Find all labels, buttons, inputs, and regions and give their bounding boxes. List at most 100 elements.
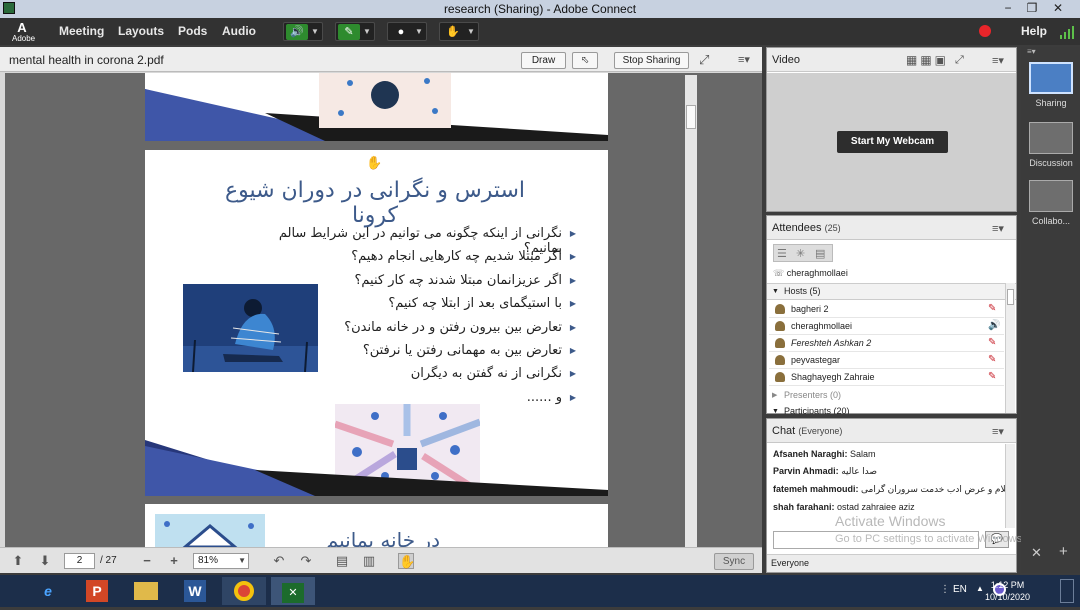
fullscreen-icon[interactable]: ⤢ bbox=[699, 53, 713, 66]
rail-menu-icon[interactable]: ≡▾ bbox=[1027, 47, 1036, 56]
layout-collaboration[interactable]: Collabo... bbox=[1025, 180, 1077, 226]
layout-discussion[interactable]: Discussion bbox=[1025, 122, 1077, 168]
menu-help[interactable]: Help bbox=[1021, 24, 1047, 38]
chevron-down-icon[interactable]: ▼ bbox=[414, 24, 424, 40]
show-hidden-icons[interactable]: ▲ bbox=[976, 584, 984, 593]
fit-page-button[interactable]: ▤ bbox=[334, 553, 350, 569]
adobe-logo: A Adobe bbox=[12, 20, 36, 43]
microphone-control[interactable]: ✎ ▼ bbox=[335, 22, 375, 41]
restore-button[interactable]: ❐ bbox=[1018, 0, 1046, 18]
chat-scrollbar[interactable] bbox=[1005, 444, 1015, 528]
fullscreen-icon[interactable]: ⤢ bbox=[955, 54, 969, 66]
pod-menu-icon[interactable]: ≡▾ bbox=[992, 223, 1006, 235]
attendee-row[interactable]: bagheri 2 ✎ bbox=[769, 301, 1004, 318]
chat-message: fatemeh mahmoudi: سلام و عرض ادب خدمت سر… bbox=[773, 484, 1014, 494]
chat-pod-header: Chat (Everyone) ≡▾ bbox=[767, 419, 1016, 443]
attendee-row[interactable]: Fereshteh Ashkan 2 ✎ bbox=[769, 335, 1004, 352]
window-title-bar: research (Sharing) - Adobe Connect − ❐ ✕ bbox=[0, 0, 1080, 18]
expand-icon: ▶ bbox=[772, 392, 778, 399]
windows-taskbar: e P W ✕ ⋮ EN ▲ 1:12 PM 10/10/2020 bbox=[0, 575, 1080, 607]
video-area: Start My Webcam bbox=[767, 73, 1016, 211]
layouts-rail: ≡▾ Sharing Discussion Collabo... ✕ + bbox=[1021, 47, 1080, 573]
webcam-icon: ● bbox=[397, 26, 405, 38]
adobe-connect-taskbar-icon[interactable]: ✕ bbox=[282, 583, 304, 603]
hosts-group-header[interactable]: ▼ Hosts (5) bbox=[767, 283, 1016, 300]
pointer-tool-button[interactable]: ⬁ bbox=[572, 52, 598, 69]
pod-menu-icon[interactable]: ≡▾ bbox=[992, 55, 1006, 67]
file-explorer-icon[interactable] bbox=[134, 582, 158, 600]
internet-explorer-icon[interactable]: e bbox=[26, 577, 70, 605]
attendees-scrollbar[interactable] bbox=[1005, 283, 1015, 413]
rotate-right-button[interactable]: ↷ bbox=[298, 553, 314, 569]
speaker-control[interactable]: 🔊 ▼ bbox=[283, 22, 323, 41]
document-viewer[interactable]: ✋ استرس و نگرانی در دوران شیوع کرونا نگر… bbox=[5, 73, 762, 547]
chevron-down-icon[interactable]: ▼ bbox=[362, 24, 372, 40]
share-pod-footer: ⬆ ⬇ 2 / 27 − + 81% ▼ ↶ ↷ ▤ ▥ ✋ Sync bbox=[0, 547, 762, 573]
system-clock[interactable]: 1:12 PM 10/10/2020 bbox=[985, 579, 1030, 603]
chevron-down-icon[interactable]: ▼ bbox=[466, 24, 476, 40]
presenters-group-header[interactable]: ▶ Presenters (0) bbox=[767, 388, 1007, 403]
video-pod: Video ▦▦▣ ⤢ ≡▾ Start My Webcam bbox=[766, 47, 1017, 212]
raise-hand-control[interactable]: ✋ ▼ bbox=[439, 22, 479, 41]
close-layout-icon[interactable]: ✕ bbox=[1031, 545, 1042, 561]
chat-title: Chat (Everyone) bbox=[772, 425, 843, 437]
menu-layouts[interactable]: Layouts bbox=[118, 24, 164, 38]
chrome-icon[interactable] bbox=[234, 581, 254, 601]
layout-sharing[interactable]: Sharing bbox=[1025, 62, 1077, 108]
menu-meeting[interactable]: Meeting bbox=[59, 24, 104, 38]
menu-audio[interactable]: Audio bbox=[222, 24, 256, 38]
slide-decoration bbox=[145, 73, 608, 141]
zoom-in-button[interactable]: + bbox=[166, 553, 182, 569]
powerpoint-icon[interactable]: P bbox=[86, 580, 108, 602]
connection-signal-icon bbox=[1060, 25, 1076, 39]
list-view-icon[interactable]: ☰ bbox=[777, 247, 787, 260]
pod-menu-icon[interactable]: ≡▾ bbox=[992, 426, 1006, 438]
attendee-row[interactable]: peyvastegar ✎ bbox=[769, 352, 1004, 369]
activate-windows-subtitle: Go to PC settings to activate Windows. bbox=[835, 533, 1026, 545]
fit-width-button[interactable]: ▥ bbox=[361, 553, 377, 569]
page-number-input[interactable]: 2 bbox=[64, 553, 95, 569]
menu-pods[interactable]: Pods bbox=[178, 24, 207, 38]
sync-button[interactable]: Sync bbox=[714, 553, 754, 570]
attendee-row[interactable]: Shaghayegh Zahraie ✎ bbox=[769, 369, 1004, 386]
bullet-item: نگرانی از اینکه چگونه می توانیم در این ش… bbox=[246, 226, 576, 256]
next-page-button[interactable]: ⬇ bbox=[37, 553, 53, 569]
zoom-select[interactable]: 81% ▼ bbox=[193, 553, 249, 569]
participants-group-header[interactable]: ▼ Participants (20) bbox=[767, 404, 1007, 414]
rotate-left-button[interactable]: ↶ bbox=[271, 553, 287, 569]
hand-tool-button[interactable]: ✋ bbox=[398, 553, 415, 569]
collapse-icon: ▼ bbox=[772, 408, 779, 414]
user-icon bbox=[775, 338, 785, 348]
attendee-view-toggles[interactable]: ☰ ✳ ▤ bbox=[773, 244, 833, 262]
scrollbar-thumb[interactable] bbox=[1007, 289, 1014, 305]
breakout-view-icon[interactable]: ▤ bbox=[815, 247, 825, 260]
status-view-icon[interactable]: ✳ bbox=[796, 247, 805, 260]
word-icon[interactable]: W bbox=[184, 580, 206, 602]
zoom-out-button[interactable]: − bbox=[139, 553, 155, 569]
user-icon bbox=[775, 304, 785, 314]
notification-icon[interactable] bbox=[1060, 579, 1074, 603]
user-icon bbox=[775, 372, 785, 382]
attendee-row[interactable]: cheraghmollaei 🔊 bbox=[769, 318, 1004, 335]
scrollbar-thumb[interactable] bbox=[686, 105, 696, 129]
pod-menu-icon[interactable]: ≡▾ bbox=[738, 54, 752, 66]
input-language[interactable]: EN bbox=[953, 584, 967, 595]
previous-page-button[interactable]: ⬆ bbox=[10, 553, 26, 569]
vertical-scrollbar[interactable] bbox=[685, 75, 697, 547]
close-button[interactable]: ✕ bbox=[1044, 0, 1072, 18]
chat-pod: Chat (Everyone) ≡▾ Afsaneh Naraghi: Sala… bbox=[766, 418, 1025, 573]
current-user: ☏ cheraghmollaei bbox=[773, 268, 848, 278]
stop-sharing-button[interactable]: Stop Sharing bbox=[614, 52, 689, 69]
chat-recipient-tab[interactable]: Everyone bbox=[771, 558, 809, 568]
mic-muted-icon: ✎ bbox=[988, 354, 997, 365]
activate-windows-title: Activate Windows bbox=[835, 513, 946, 529]
webcam-control[interactable]: ● ▼ bbox=[387, 22, 427, 41]
hand-icon: ✋ bbox=[446, 26, 460, 38]
draw-button[interactable]: Draw bbox=[521, 52, 566, 69]
chevron-down-icon[interactable]: ▼ bbox=[310, 24, 320, 40]
add-layout-icon[interactable]: + bbox=[1059, 543, 1068, 560]
start-webcam-button[interactable]: Start My Webcam bbox=[837, 131, 948, 153]
video-pod-title: Video bbox=[772, 54, 800, 66]
chat-footer: Everyone bbox=[767, 554, 1016, 572]
recording-icon[interactable] bbox=[979, 25, 991, 37]
